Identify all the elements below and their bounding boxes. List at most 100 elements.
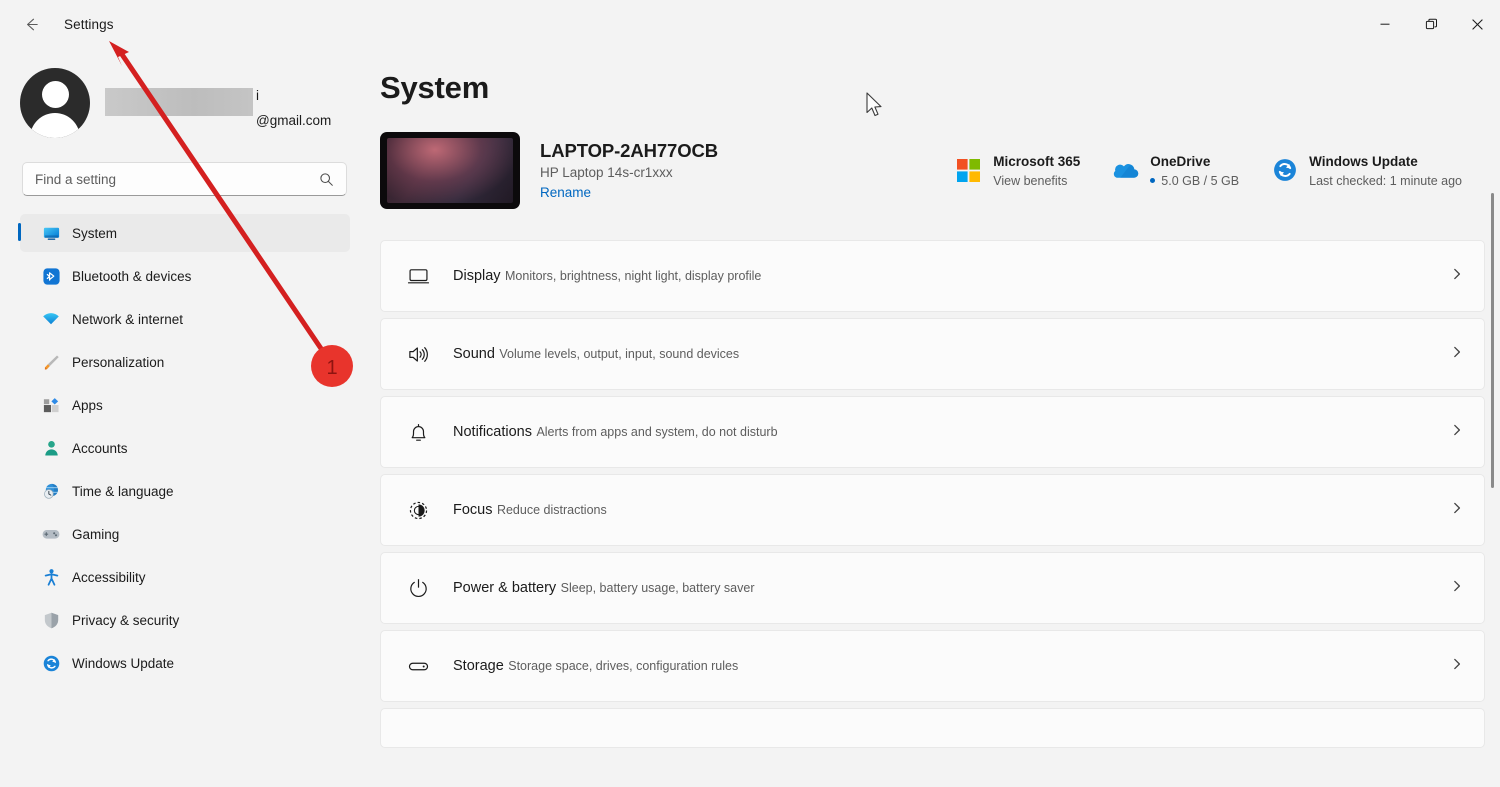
sidebar-item-label: Bluetooth & devices bbox=[72, 268, 192, 284]
sidebar: i @gmail.com System bbox=[0, 48, 365, 787]
status-cards: Microsoft 365 View benefits OneDrive 5.0… bbox=[939, 153, 1478, 188]
status-card-windows-update[interactable]: Windows Update Last checked: 1 minute ag… bbox=[1255, 153, 1478, 188]
sidebar-item-personalization[interactable]: Personalization bbox=[20, 343, 350, 381]
account-email: @gmail.com bbox=[256, 113, 332, 128]
device-info: LAPTOP-2AH77OCB HP Laptop 14s-cr1xxx Ren… bbox=[540, 140, 718, 200]
close-button[interactable] bbox=[1454, 0, 1500, 48]
window-controls bbox=[1362, 0, 1500, 48]
window-title: Settings bbox=[64, 16, 114, 32]
main-content: System LAPTOP-2AH77OCB HP Laptop 14s-cr1… bbox=[365, 48, 1500, 787]
status-title: Windows Update bbox=[1309, 153, 1418, 169]
accessibility-person-icon bbox=[40, 566, 62, 588]
account-profile[interactable]: i @gmail.com bbox=[20, 68, 365, 138]
device-name: LAPTOP-2AH77OCB bbox=[540, 140, 719, 161]
minimize-button[interactable] bbox=[1362, 0, 1408, 48]
settings-row-focus[interactable]: Focus Reduce distractions bbox=[380, 474, 1485, 546]
chevron-right-icon bbox=[1450, 657, 1464, 676]
update-refresh-icon bbox=[1271, 157, 1298, 184]
search-input[interactable] bbox=[35, 171, 319, 187]
power-icon bbox=[403, 577, 433, 600]
sidebar-item-privacy-security[interactable]: Privacy & security bbox=[20, 601, 350, 639]
status-card-microsoft-365[interactable]: Microsoft 365 View benefits bbox=[939, 153, 1096, 188]
title-bar: Settings bbox=[0, 0, 1500, 48]
wifi-icon bbox=[40, 308, 62, 330]
sidebar-item-label: Privacy & security bbox=[72, 612, 180, 628]
chevron-right-icon bbox=[1450, 345, 1464, 364]
vertical-scrollbar[interactable] bbox=[1491, 193, 1494, 488]
restore-icon bbox=[1425, 18, 1437, 29]
settings-row-title: Focus bbox=[453, 502, 493, 518]
status-subtitle-wrap: 5.0 GB / 5 GB bbox=[1150, 174, 1239, 188]
settings-row-storage[interactable]: Storage Storage space, drives, configura… bbox=[380, 630, 1485, 702]
sidebar-item-label: Accessibility bbox=[72, 569, 146, 585]
sidebar-item-system[interactable]: System bbox=[18, 214, 350, 252]
bluetooth-icon bbox=[40, 265, 62, 287]
settings-row-power-battery[interactable]: Power & battery Sleep, battery usage, ba… bbox=[380, 552, 1485, 624]
redacted-name bbox=[105, 88, 253, 116]
chevron-right-icon bbox=[1450, 501, 1464, 520]
settings-row-subtitle: Storage space, drives, configuration rul… bbox=[508, 659, 739, 673]
search-box[interactable] bbox=[22, 162, 347, 196]
status-subtitle: View benefits bbox=[993, 173, 1068, 188]
sidebar-item-bluetooth-devices[interactable]: Bluetooth & devices bbox=[20, 257, 350, 295]
focus-moon-icon bbox=[403, 499, 433, 522]
sidebar-item-accounts[interactable]: Accounts bbox=[20, 429, 350, 467]
avatar-head bbox=[41, 81, 69, 108]
storage-drive-icon bbox=[403, 655, 433, 678]
maximize-button[interactable] bbox=[1408, 0, 1454, 48]
settings-row-subtitle: Reduce distractions bbox=[496, 503, 607, 517]
clock-globe-icon bbox=[40, 480, 62, 502]
sidebar-item-label: Gaming bbox=[72, 526, 120, 542]
status-subtitle: 5.0 GB / 5 GB bbox=[1161, 173, 1240, 188]
settings-row-subtitle: Monitors, brightness, night light, displ… bbox=[505, 269, 762, 283]
settings-row-display[interactable]: Display Monitors, brightness, night ligh… bbox=[380, 240, 1485, 312]
sidebar-item-label: Network & internet bbox=[72, 311, 184, 327]
laptop-thumbnail-icon bbox=[380, 131, 520, 209]
sidebar-item-apps[interactable]: Apps bbox=[20, 386, 350, 424]
thumbnail-screen bbox=[387, 137, 513, 203]
settings-row-title: Power & battery bbox=[453, 580, 557, 596]
status-card-onedrive[interactable]: OneDrive 5.0 GB / 5 GB bbox=[1096, 153, 1255, 188]
onedrive-cloud-icon bbox=[1112, 157, 1139, 184]
minimize-icon bbox=[1380, 23, 1390, 25]
account-text: i @gmail.com bbox=[105, 68, 350, 138]
status-card-text: Microsoft 365 View benefits bbox=[993, 153, 1080, 188]
microsoft-logo-icon bbox=[955, 157, 982, 184]
device-model: HP Laptop 14s-cr1xxx bbox=[540, 165, 673, 180]
settings-row-subtitle: Alerts from apps and system, do not dist… bbox=[536, 425, 778, 439]
sidebar-item-accessibility[interactable]: Accessibility bbox=[20, 558, 350, 596]
back-button[interactable] bbox=[14, 8, 48, 40]
chevron-right-icon bbox=[1450, 267, 1464, 286]
close-icon bbox=[1471, 18, 1483, 30]
status-dot-icon bbox=[1150, 178, 1156, 183]
shield-icon bbox=[40, 609, 62, 631]
mouse-cursor bbox=[866, 92, 882, 117]
settings-row-text: Sound Volume levels, output, input, soun… bbox=[453, 345, 1450, 363]
settings-row-sound[interactable]: Sound Volume levels, output, input, soun… bbox=[380, 318, 1485, 390]
speaker-icon bbox=[403, 343, 433, 366]
settings-row-text: Power & battery Sleep, battery usage, ba… bbox=[453, 579, 1450, 597]
chevron-right-icon bbox=[1450, 423, 1464, 442]
settings-row-title: Sound bbox=[453, 346, 495, 362]
status-card-text: Windows Update Last checked: 1 minute ag… bbox=[1309, 153, 1462, 188]
settings-row-next-partial[interactable] bbox=[380, 708, 1485, 748]
settings-row-text: Focus Reduce distractions bbox=[453, 501, 1450, 519]
bell-icon bbox=[403, 421, 433, 444]
sidebar-item-label: Windows Update bbox=[72, 655, 175, 671]
settings-row-notifications[interactable]: Notifications Alerts from apps and syste… bbox=[380, 396, 1485, 468]
display-monitor-icon bbox=[403, 265, 433, 288]
sidebar-item-label: System bbox=[72, 225, 118, 241]
status-title: OneDrive bbox=[1150, 153, 1211, 169]
rename-link[interactable]: Rename bbox=[540, 185, 718, 200]
settings-row-title: Storage bbox=[453, 658, 504, 674]
sidebar-item-network-internet[interactable]: Network & internet bbox=[20, 300, 350, 338]
person-icon bbox=[40, 437, 62, 459]
chevron-right-icon bbox=[1450, 579, 1464, 598]
settings-row-text: Storage Storage space, drives, configura… bbox=[453, 657, 1450, 675]
sidebar-item-windows-update[interactable]: Windows Update bbox=[20, 644, 350, 682]
sidebar-item-gaming[interactable]: Gaming bbox=[20, 515, 350, 553]
sidebar-item-time-language[interactable]: Time & language bbox=[20, 472, 350, 510]
sidebar-item-label: Time & language bbox=[72, 483, 174, 499]
sidebar-item-label: Apps bbox=[72, 397, 103, 413]
page-title: System bbox=[380, 70, 490, 105]
